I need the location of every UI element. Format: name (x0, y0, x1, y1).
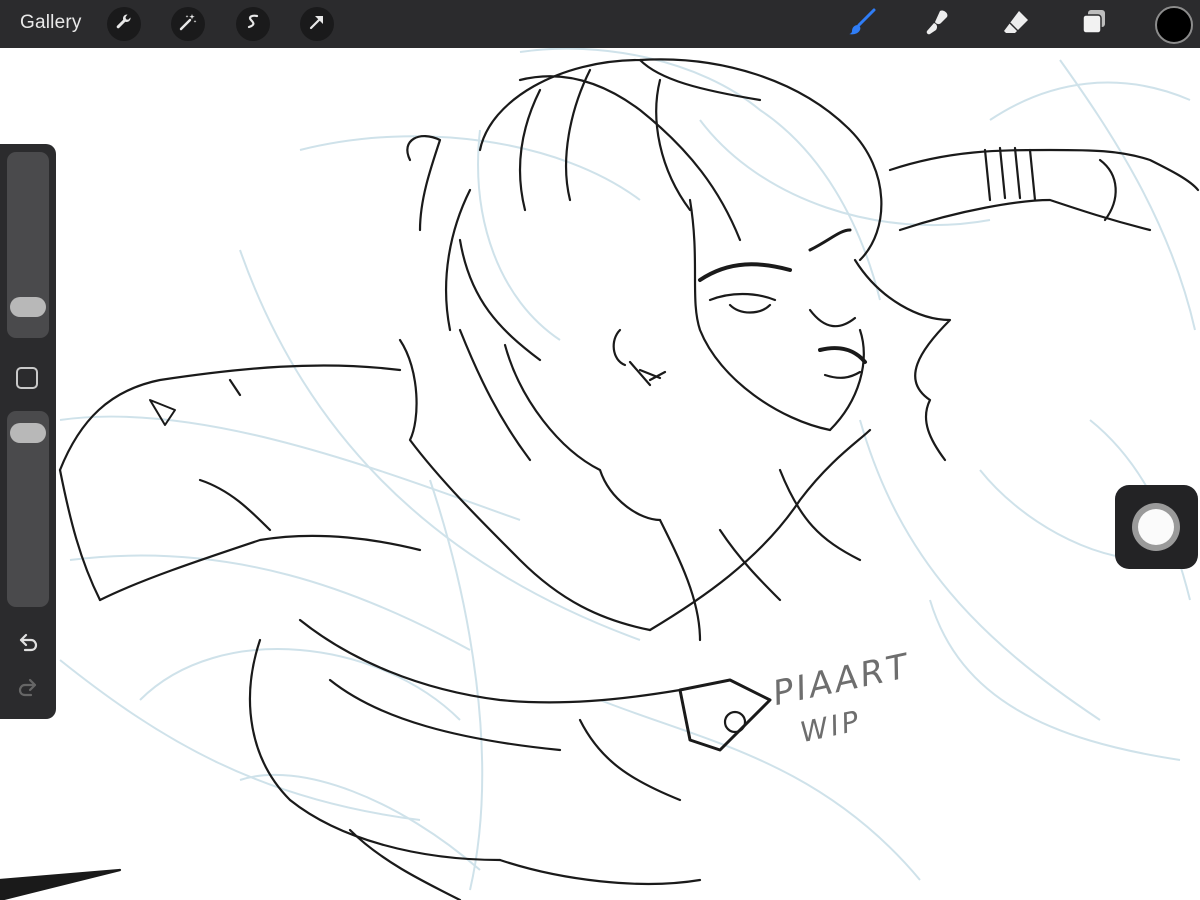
ink-line-layer (0, 58, 1200, 900)
left-sidebar (0, 144, 56, 719)
redo-button[interactable] (14, 676, 42, 704)
redo-icon (16, 676, 40, 705)
undo-button[interactable] (14, 631, 42, 659)
rough-sketch-layer (59, 48, 1196, 891)
gallery-button[interactable]: Gallery (20, 12, 82, 34)
brush-opacity-thumb[interactable] (10, 423, 46, 443)
undo-icon (16, 631, 40, 660)
brush-size-slider[interactable] (7, 152, 49, 338)
brush-tool-button[interactable] (845, 7, 879, 41)
transform-button[interactable] (300, 7, 334, 41)
sketch-artwork (0, 48, 1200, 900)
selection-button[interactable] (236, 7, 270, 41)
color-swatch-button[interactable] (1155, 6, 1193, 44)
modify-button[interactable] (16, 367, 38, 389)
top-toolbar: Gallery (0, 0, 1200, 48)
eraser-tool-button[interactable] (999, 7, 1033, 41)
transform-arrow-icon (307, 12, 327, 37)
layers-icon (1079, 7, 1109, 42)
magic-wand-icon (178, 12, 198, 37)
selection-s-icon (243, 12, 263, 37)
smudge-icon (923, 7, 953, 42)
brush-icon (847, 7, 877, 42)
quick-menu-button[interactable] (1115, 485, 1198, 569)
eyedropper-icon (1132, 503, 1180, 551)
wrench-icon (114, 12, 134, 37)
brush-size-thumb[interactable] (10, 297, 46, 317)
actions-button[interactable] (107, 7, 141, 41)
eraser-icon (1001, 7, 1031, 42)
drawing-canvas[interactable]: PIAART WIP (0, 48, 1200, 900)
brush-opacity-slider[interactable] (7, 411, 49, 607)
layers-button[interactable] (1077, 7, 1111, 41)
adjustments-button[interactable] (171, 7, 205, 41)
smudge-tool-button[interactable] (921, 7, 955, 41)
